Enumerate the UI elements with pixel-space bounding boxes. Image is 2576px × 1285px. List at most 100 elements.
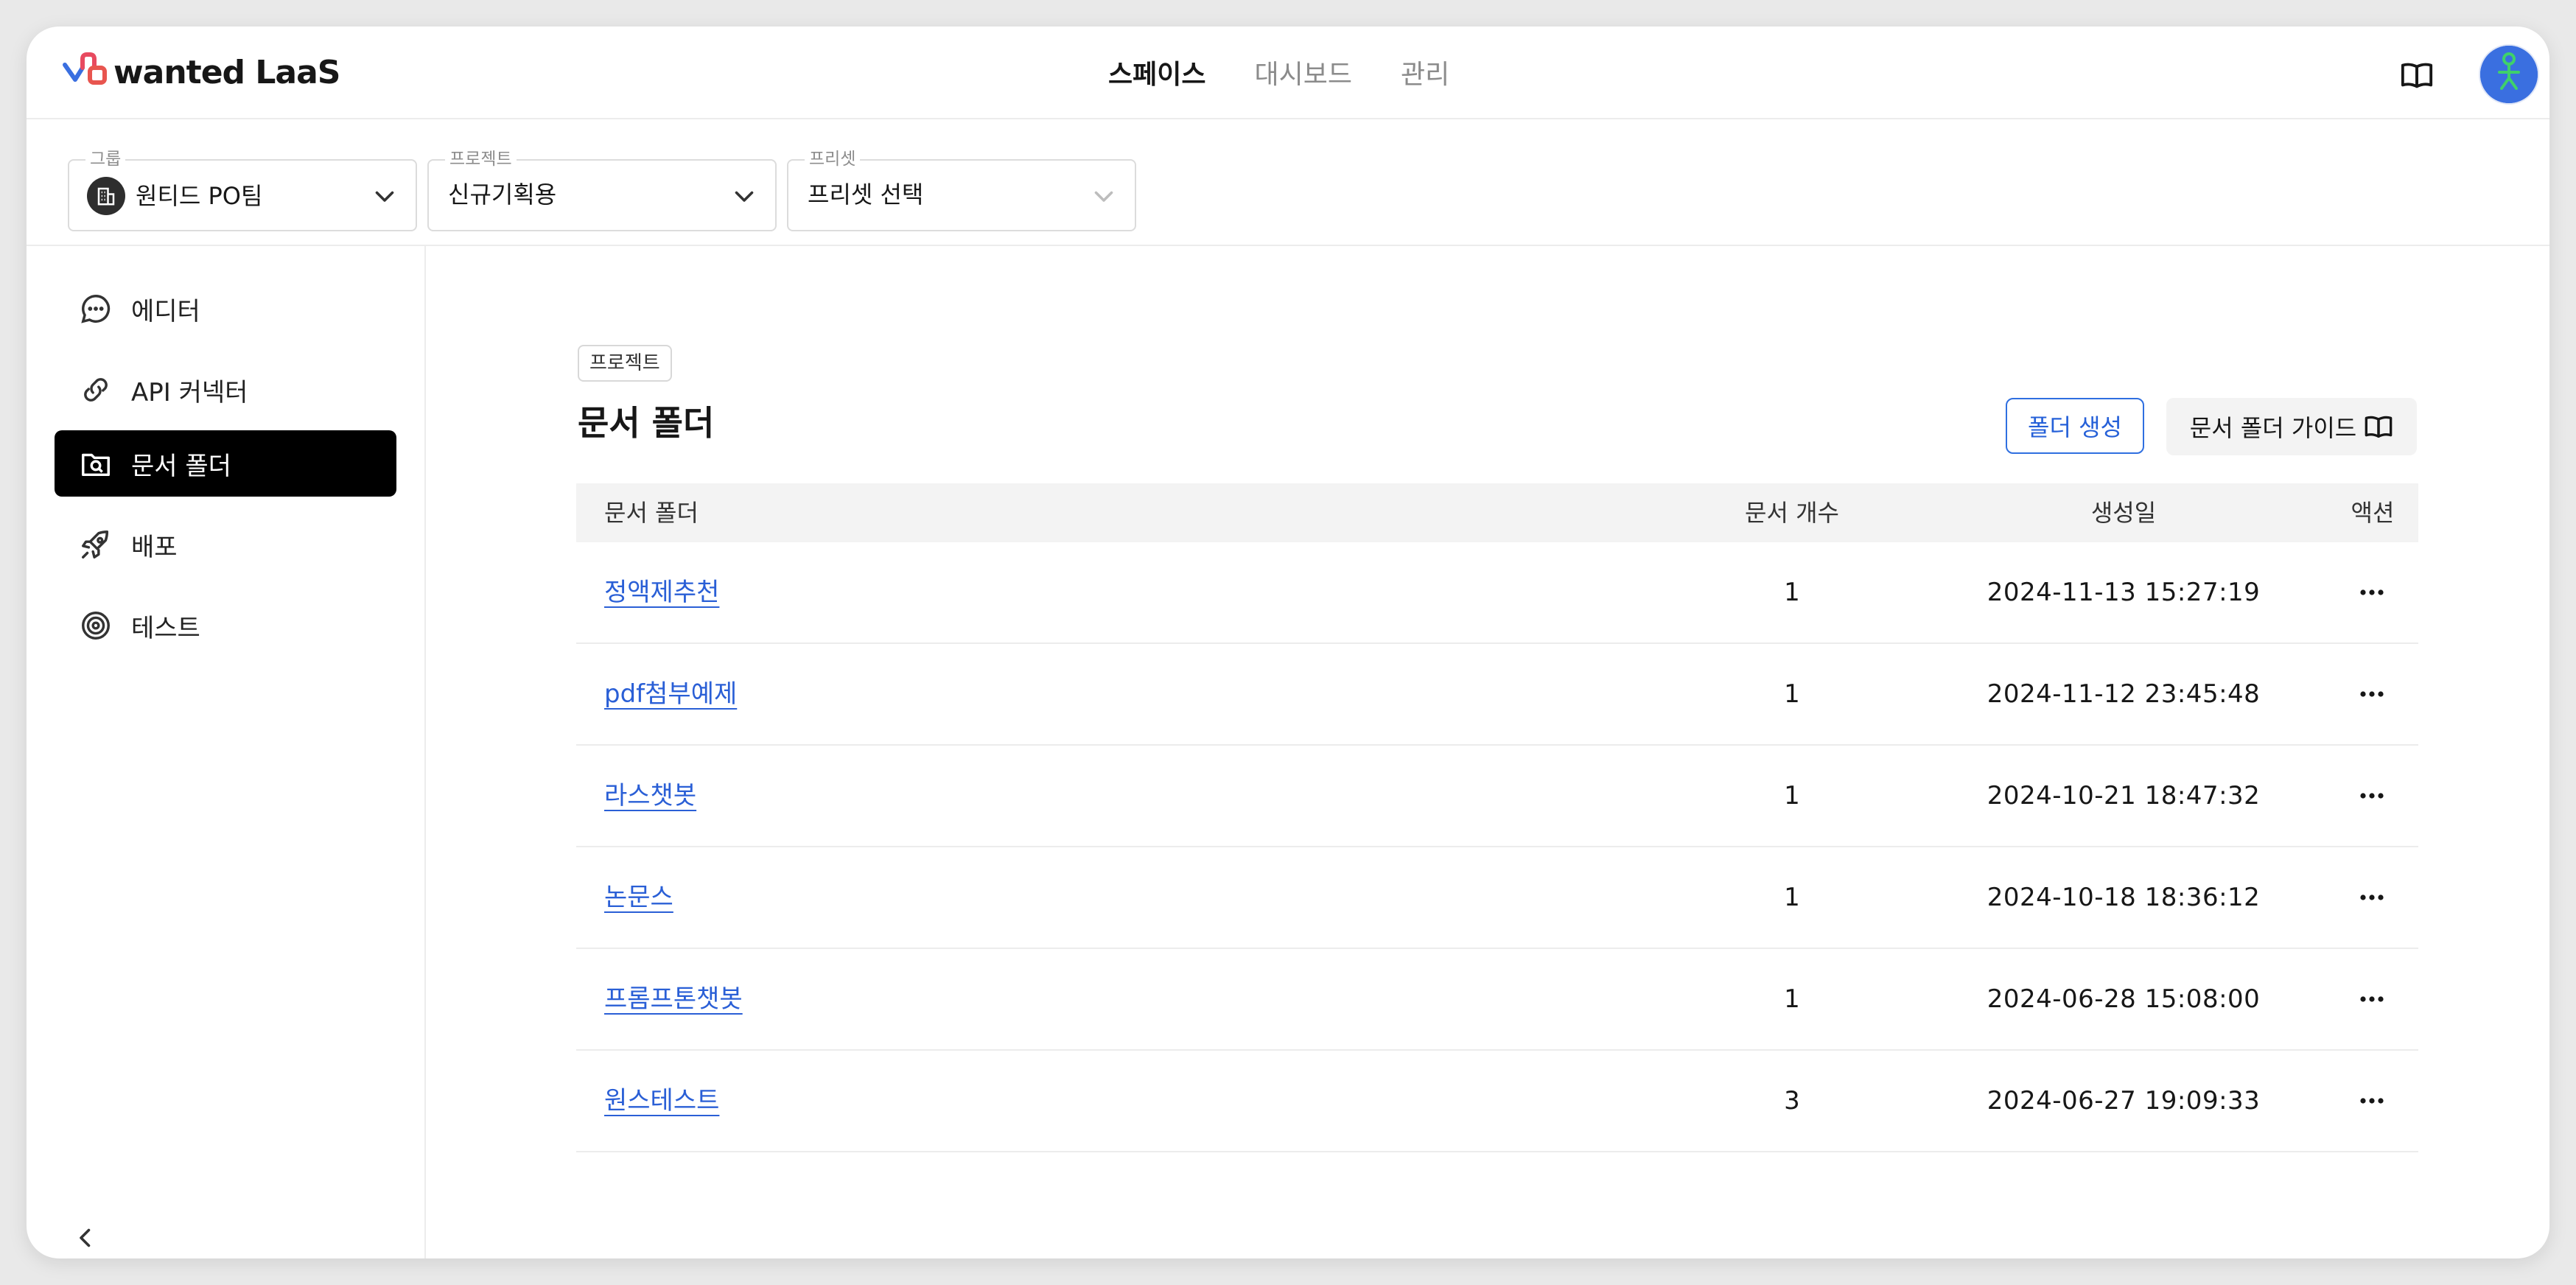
table-row: 프롬프톤챗봇 1 2024-06-28 15:08:00 (576, 949, 2418, 1051)
doc-count: 1 (1784, 679, 1800, 709)
sidebar-item-api-connector[interactable]: API 커넥터 (55, 357, 396, 423)
project-select-label: 프로젝트 (445, 149, 517, 169)
row-more-button[interactable] (2348, 542, 2396, 642)
top-nav: 스페이스 대시보드 관리 (1108, 47, 1498, 97)
created-date: 2024-06-28 15:08:00 (1987, 984, 2261, 1014)
sidebar-item-document-folder[interactable]: 문서 폴더 (55, 430, 396, 497)
book-open-icon (2401, 63, 2433, 88)
more-horizontal-icon (2360, 691, 2384, 697)
folder-name-cell: 정액제추천 (604, 542, 719, 642)
context-selector-bar: 그룹 원티드 PO팀 프로젝트 신규기획용 프리셋 프리셋 선택 (27, 119, 2549, 246)
folder-guide-label: 문서 폴더 가이드 (2189, 414, 2357, 442)
doc-count: 1 (1784, 781, 1800, 810)
building-icon (87, 177, 125, 215)
group-select[interactable]: 그룹 원티드 PO팀 (68, 149, 417, 231)
sidebar-item-label: 테스트 (131, 613, 200, 643)
folder-name-cell: 원스테스트 (604, 1051, 719, 1151)
project-tag: 프로젝트 (578, 345, 672, 382)
row-more-button[interactable] (2348, 847, 2396, 948)
folder-link[interactable]: 원스테스트 (604, 1086, 719, 1116)
logo[interactable]: wanted LaaS (60, 50, 340, 94)
nav-admin[interactable]: 관리 (1401, 47, 1449, 97)
preset-select-label: 프리셋 (805, 149, 861, 169)
doc-count: 1 (1784, 883, 1800, 912)
created-date: 2024-11-12 23:45:48 (1987, 679, 2261, 709)
chevron-down-icon (375, 191, 394, 202)
more-horizontal-icon (2360, 996, 2384, 1002)
sidebar-item-label: API 커넥터 (131, 377, 248, 407)
page-title: 문서 폴더 (578, 403, 715, 443)
chevron-down-icon (735, 191, 754, 202)
header-count: 문서 개수 (1745, 499, 1839, 527)
sidebar-item-deploy[interactable]: 배포 (55, 511, 396, 578)
sidebar: 에디터 API 커넥터 문서 폴더 배포 테스트 (27, 246, 426, 1258)
row-more-button[interactable] (2348, 949, 2396, 1049)
folder-name-cell: 논문스 (604, 847, 673, 948)
folder-link[interactable]: 프롬프톤챗봇 (604, 984, 743, 1014)
chevron-down-icon (1094, 191, 1113, 202)
created-date: 2024-06-27 19:09:33 (1987, 1086, 2261, 1116)
table-row: 원스테스트 3 2024-06-27 19:09:33 (576, 1051, 2418, 1152)
rocket-icon (78, 527, 113, 562)
folder-link[interactable]: 정액제추천 (604, 578, 719, 607)
created-date: 2024-11-13 15:27:19 (1987, 578, 2261, 607)
target-icon (78, 608, 113, 643)
doc-count: 1 (1784, 984, 1800, 1014)
document-folder-table: 문서 폴더 문서 개수 생성일 액션 정액제추천 1 2024-11-13 15… (576, 483, 2418, 1152)
group-select-label: 그룹 (85, 149, 126, 169)
avatar-figure-icon (2480, 46, 2538, 103)
preset-select[interactable]: 프리셋 프리셋 선택 (787, 149, 1136, 231)
more-horizontal-icon (2360, 793, 2384, 799)
sidebar-item-label: 배포 (131, 532, 178, 562)
created-date: 2024-10-21 18:47:32 (1987, 781, 2261, 810)
project-select-value: 신규기획용 (448, 181, 557, 209)
folder-guide-button[interactable]: 문서 폴더 가이드 (2166, 398, 2417, 455)
link-icon (78, 372, 113, 407)
header-folder: 문서 폴더 (604, 499, 699, 527)
row-more-button[interactable] (2348, 746, 2396, 846)
header-action: 액션 (2351, 499, 2395, 527)
folder-search-icon (78, 446, 113, 481)
sidebar-item-test[interactable]: 테스트 (55, 592, 396, 659)
folder-link[interactable]: 라스챗봇 (604, 781, 696, 810)
folder-name-cell: 프롬프톤챗봇 (604, 949, 743, 1049)
book-open-icon (2365, 416, 2393, 438)
logo-text: wanted LaaS (113, 53, 340, 91)
table-row: 논문스 1 2024-10-18 18:36:12 (576, 847, 2418, 949)
folder-link[interactable]: pdf첨부예제 (604, 679, 737, 709)
group-select-value: 원티드 PO팀 (136, 182, 263, 210)
doc-count: 3 (1784, 1086, 1800, 1116)
app-window: wanted LaaS 스페이스 대시보드 관리 그룹 원티드 PO팀 프로젝트… (27, 27, 2549, 1258)
table-row: 정액제추천 1 2024-11-13 15:27:19 (576, 542, 2418, 644)
folder-name-cell: pdf첨부예제 (604, 644, 737, 744)
project-select[interactable]: 프로젝트 신규기획용 (427, 149, 777, 231)
wanted-logo-icon (63, 52, 107, 85)
table-row: 라스챗봇 1 2024-10-21 18:47:32 (576, 746, 2418, 847)
chevron-left-icon (80, 1228, 91, 1247)
row-more-button[interactable] (2348, 1051, 2396, 1151)
more-horizontal-icon (2360, 894, 2384, 900)
create-folder-button[interactable]: 폴더 생성 (2006, 398, 2144, 454)
row-more-button[interactable] (2348, 644, 2396, 744)
sidebar-item-editor[interactable]: 에디터 (55, 276, 396, 342)
nav-dashboard[interactable]: 대시보드 (1254, 47, 1351, 97)
sidebar-item-label: 문서 폴더 (131, 451, 231, 481)
sidebar-item-label: 에디터 (131, 296, 200, 326)
doc-count: 1 (1784, 578, 1800, 607)
table-header: 문서 폴더 문서 개수 생성일 액션 (576, 483, 2418, 542)
nav-space[interactable]: 스페이스 (1108, 47, 1205, 97)
top-header: wanted LaaS 스페이스 대시보드 관리 (27, 27, 2549, 119)
folder-name-cell: 라스챗봇 (604, 746, 696, 846)
docs-button[interactable] (2396, 55, 2437, 96)
sidebar-collapse-button[interactable] (68, 1220, 103, 1256)
header-created: 생성일 (2090, 499, 2157, 527)
group-select-value-wrap: 원티드 PO팀 (87, 177, 263, 215)
main-content: 프로젝트 문서 폴더 폴더 생성 문서 폴더 가이드 문서 폴더 문서 개수 생… (426, 246, 2549, 1258)
created-date: 2024-10-18 18:36:12 (1987, 883, 2261, 912)
more-horizontal-icon (2360, 1098, 2384, 1104)
more-horizontal-icon (2360, 589, 2384, 595)
avatar[interactable] (2479, 44, 2539, 105)
table-row: pdf첨부예제 1 2024-11-12 23:45:48 (576, 644, 2418, 746)
chat-bubble-icon (78, 291, 113, 326)
folder-link[interactable]: 논문스 (604, 883, 673, 912)
